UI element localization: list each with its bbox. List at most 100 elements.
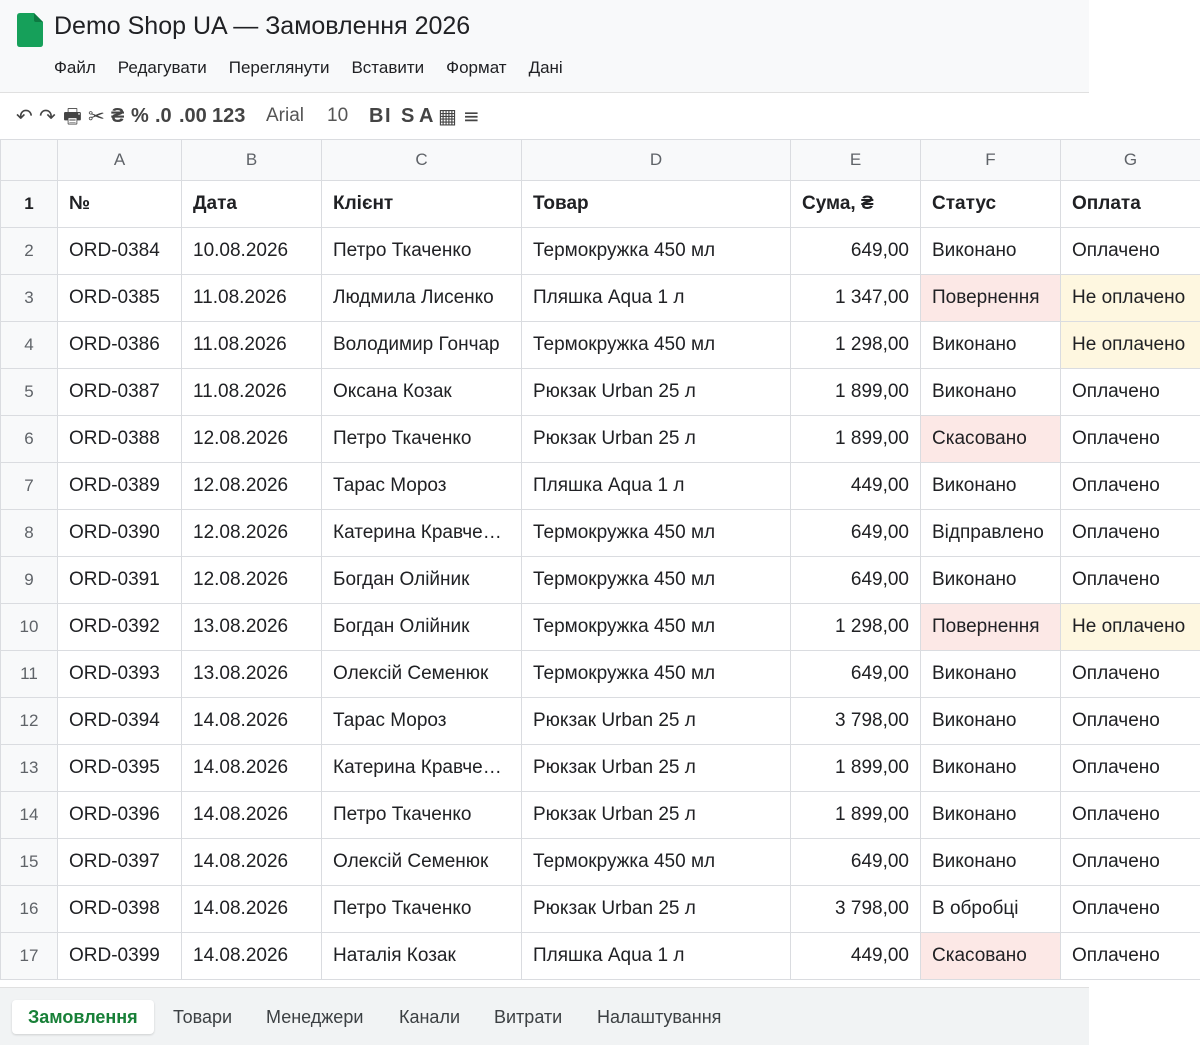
cell-date[interactable]: 14.08.2026: [182, 886, 322, 933]
cell-payment[interactable]: Не оплачено: [1061, 604, 1200, 651]
cell-sum[interactable]: 649,00: [791, 228, 921, 275]
percent-format-button[interactable]: %: [131, 103, 149, 129]
cell-status[interactable]: Виконано: [921, 792, 1061, 839]
cell-order-id[interactable]: ORD-0388: [58, 416, 182, 463]
cell-product[interactable]: Рюкзак Urban 25 л: [522, 369, 791, 416]
cell-payment[interactable]: Оплачено: [1061, 651, 1200, 698]
italic-button[interactable]: I: [385, 103, 391, 129]
column-header-a[interactable]: A: [58, 140, 182, 181]
cell-client[interactable]: Тарас Мороз: [322, 463, 522, 510]
cell-order-id[interactable]: ORD-0399: [58, 933, 182, 980]
cell-product[interactable]: Рюкзак Urban 25 л: [522, 698, 791, 745]
cell-product[interactable]: Пляшка Aqua 1 л: [522, 275, 791, 322]
column-header-f[interactable]: F: [921, 140, 1061, 181]
cell-date[interactable]: 14.08.2026: [182, 839, 322, 886]
cell-payment[interactable]: Оплачено: [1061, 886, 1200, 933]
cell-date[interactable]: 10.08.2026: [182, 228, 322, 275]
cell-order-id[interactable]: ORD-0384: [58, 228, 182, 275]
header-cell-product[interactable]: Товар: [522, 181, 791, 228]
cell-order-id[interactable]: ORD-0386: [58, 322, 182, 369]
font-size-select[interactable]: 10: [327, 103, 348, 129]
cell-status[interactable]: Виконано: [921, 228, 1061, 275]
cell-date[interactable]: 14.08.2026: [182, 745, 322, 792]
row-number[interactable]: 4: [1, 322, 58, 369]
cell-payment[interactable]: Оплачено: [1061, 463, 1200, 510]
select-all-corner[interactable]: [1, 140, 58, 181]
cell-payment[interactable]: Оплачено: [1061, 557, 1200, 604]
decrease-decimal-button[interactable]: .0: [155, 103, 172, 129]
cell-sum[interactable]: 1 899,00: [791, 369, 921, 416]
cell-product[interactable]: Рюкзак Urban 25 л: [522, 745, 791, 792]
bold-button[interactable]: B: [369, 103, 383, 129]
sheet-tab-products[interactable]: Товари: [157, 1000, 248, 1034]
cell-order-id[interactable]: ORD-0391: [58, 557, 182, 604]
cell-sum[interactable]: 449,00: [791, 933, 921, 980]
menu-data[interactable]: Дані: [529, 56, 563, 80]
column-header-c[interactable]: C: [322, 140, 522, 181]
cell-date[interactable]: 12.08.2026: [182, 557, 322, 604]
sheet-tab-expenses[interactable]: Витрати: [478, 1000, 578, 1034]
sheet-tab-managers[interactable]: Менеджери: [250, 1000, 379, 1034]
cell-payment[interactable]: Оплачено: [1061, 839, 1200, 886]
cell-order-id[interactable]: ORD-0393: [58, 651, 182, 698]
cell-order-id[interactable]: ORD-0385: [58, 275, 182, 322]
cell-client[interactable]: Катерина Кравче…: [322, 745, 522, 792]
document-title[interactable]: Demo Shop UA — Замовлення 2026: [54, 12, 470, 41]
column-header-d[interactable]: D: [522, 140, 791, 181]
cell-order-id[interactable]: ORD-0395: [58, 745, 182, 792]
cell-payment[interactable]: Не оплачено: [1061, 322, 1200, 369]
font-family-select[interactable]: Arial: [266, 103, 304, 129]
menu-insert[interactable]: Вставити: [351, 56, 424, 80]
cell-client[interactable]: Людмила Лисенко: [322, 275, 522, 322]
row-number[interactable]: 13: [1, 745, 58, 792]
cell-date[interactable]: 14.08.2026: [182, 792, 322, 839]
cell-order-id[interactable]: ORD-0397: [58, 839, 182, 886]
number-format-button[interactable]: 123: [212, 103, 245, 129]
menu-file[interactable]: Файл: [54, 56, 96, 80]
cell-product[interactable]: Пляшка Aqua 1 л: [522, 463, 791, 510]
cell-status[interactable]: Відправлено: [921, 510, 1061, 557]
cell-date[interactable]: 14.08.2026: [182, 933, 322, 980]
cell-sum[interactable]: 1 899,00: [791, 416, 921, 463]
cell-date[interactable]: 11.08.2026: [182, 275, 322, 322]
header-cell-date[interactable]: Дата: [182, 181, 322, 228]
cell-product[interactable]: Термокружка 450 мл: [522, 651, 791, 698]
row-number[interactable]: 9: [1, 557, 58, 604]
cell-client[interactable]: Богдан Олійник: [322, 557, 522, 604]
menu-edit[interactable]: Редагувати: [118, 56, 207, 80]
header-cell-payment[interactable]: Оплата: [1061, 181, 1200, 228]
cell-date[interactable]: 12.08.2026: [182, 510, 322, 557]
sheet-tab-orders[interactable]: Замовлення: [12, 1000, 154, 1034]
cut-icon[interactable]: ✂: [88, 103, 105, 129]
cell-status[interactable]: Виконано: [921, 463, 1061, 510]
cell-status[interactable]: Виконано: [921, 651, 1061, 698]
cell-product[interactable]: Рюкзак Urban 25 л: [522, 792, 791, 839]
strikethrough-button[interactable]: S: [401, 103, 414, 129]
cell-product[interactable]: Термокружка 450 мл: [522, 557, 791, 604]
cell-product[interactable]: Рюкзак Urban 25 л: [522, 886, 791, 933]
row-number[interactable]: 12: [1, 698, 58, 745]
cell-payment[interactable]: Оплачено: [1061, 745, 1200, 792]
cell-sum[interactable]: 649,00: [791, 557, 921, 604]
column-header-b[interactable]: B: [182, 140, 322, 181]
cell-client[interactable]: Петро Ткаченко: [322, 792, 522, 839]
row-number[interactable]: 6: [1, 416, 58, 463]
cell-status[interactable]: Виконано: [921, 322, 1061, 369]
cell-product[interactable]: Термокружка 450 мл: [522, 322, 791, 369]
cell-status[interactable]: Повернення: [921, 275, 1061, 322]
cell-status[interactable]: Виконано: [921, 745, 1061, 792]
cell-client[interactable]: Володимир Гончар: [322, 322, 522, 369]
cell-status[interactable]: Скасовано: [921, 416, 1061, 463]
row-number[interactable]: 11: [1, 651, 58, 698]
cell-client[interactable]: Тарас Мороз: [322, 698, 522, 745]
cell-payment[interactable]: Оплачено: [1061, 933, 1200, 980]
borders-icon[interactable]: ▦: [438, 103, 457, 129]
header-cell-id[interactable]: №: [58, 181, 182, 228]
redo-icon[interactable]: ↷: [39, 103, 56, 129]
cell-client[interactable]: Олексій Семенюк: [322, 839, 522, 886]
cell-sum[interactable]: 1 899,00: [791, 792, 921, 839]
cell-order-id[interactable]: ORD-0392: [58, 604, 182, 651]
cell-sum[interactable]: 3 798,00: [791, 886, 921, 933]
row-number[interactable]: 8: [1, 510, 58, 557]
cell-status[interactable]: В обробці: [921, 886, 1061, 933]
